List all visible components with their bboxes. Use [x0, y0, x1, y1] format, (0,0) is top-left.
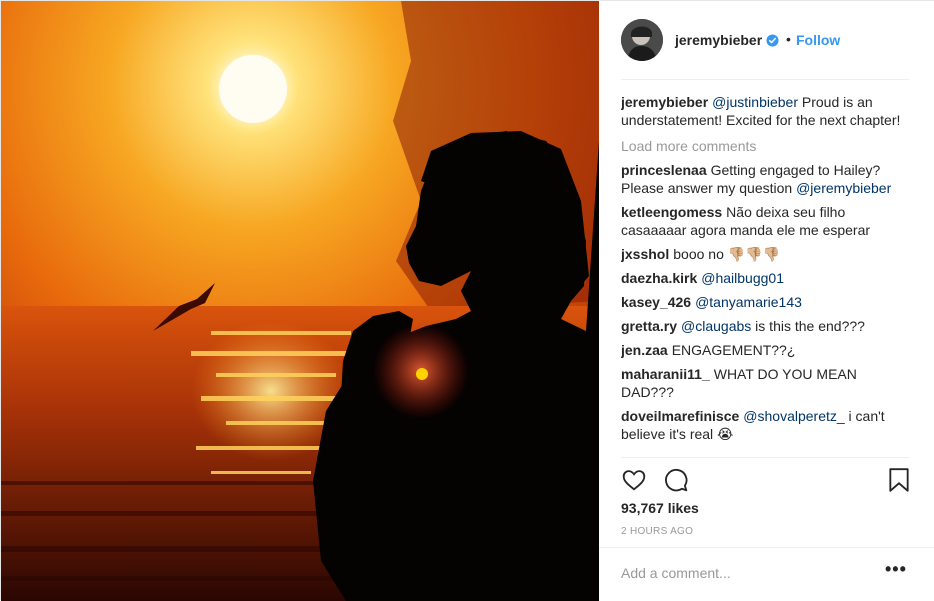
- actions-divider: [621, 457, 909, 458]
- comment-username[interactable]: jen.zaa: [621, 342, 668, 358]
- comment-item: princeslenaa Getting engaged to Hailey? P…: [621, 161, 911, 197]
- post-details-panel: jeremybieber • Follow jeremybieber @justi…: [599, 1, 934, 601]
- post-header: jeremybieber • Follow: [599, 1, 934, 79]
- comment-username[interactable]: ketleengomess: [621, 204, 722, 220]
- heart-outline-icon[interactable]: [621, 467, 647, 493]
- add-comment-input[interactable]: [621, 561, 871, 585]
- comment-item: gretta.ry @claugabs is this the end???: [621, 317, 911, 335]
- verified-badge-icon: [766, 34, 779, 47]
- comment-username[interactable]: jxsshol: [621, 246, 669, 262]
- instagram-post: jeremybieber • Follow jeremybieber @justi…: [0, 0, 934, 601]
- comment-mention[interactable]: @hailbugg01: [701, 270, 784, 286]
- follow-button[interactable]: Follow: [796, 32, 840, 48]
- comment-item: daezha.kirk @hailbugg01: [621, 269, 911, 287]
- header-divider: [621, 79, 909, 80]
- comment-item: doveilmarefinisce @shovalperetz_ i can't …: [621, 407, 911, 443]
- speech-bubble-icon[interactable]: [663, 467, 689, 493]
- comment-item: maharanii11_ WHAT DO YOU MEAN DAD???: [621, 365, 911, 401]
- comment-username[interactable]: maharanii11_: [621, 366, 710, 382]
- comment-text: booo no 👎🏼👎🏼👎🏼: [673, 246, 781, 262]
- avatar[interactable]: [621, 19, 663, 61]
- caption-username[interactable]: jeremybieber: [621, 94, 708, 110]
- comment-item: kasey_426 @tanyamarie143: [621, 293, 911, 311]
- comments-list[interactable]: jeremybieber @justinbieber Proud is an un…: [621, 93, 911, 457]
- post-timestamp[interactable]: 2 HOURS AGO: [621, 526, 693, 537]
- load-more-comments-button[interactable]: Load more comments: [621, 137, 911, 155]
- comment-item: ketleengomess Não deixa seu filho casaaaa…: [621, 203, 911, 239]
- caption-mention[interactable]: @justinbieber: [712, 94, 798, 110]
- ellipsis-icon[interactable]: •••: [885, 559, 907, 580]
- comment-items: princeslenaa Getting engaged to Hailey? P…: [621, 161, 911, 443]
- comment-username[interactable]: kasey_426: [621, 294, 691, 310]
- comment-mention[interactable]: @claugabs: [681, 318, 751, 334]
- comment-username[interactable]: princeslenaa: [621, 162, 707, 178]
- add-comment-divider: [599, 547, 934, 548]
- separator-dot: •: [786, 31, 791, 47]
- comment-mention[interactable]: @tanyamarie143: [695, 294, 802, 310]
- comment-mention[interactable]: @shovalperetz_: [743, 408, 844, 424]
- username-link[interactable]: jeremybieber: [675, 32, 762, 48]
- sunset-silhouette-image: [1, 1, 599, 601]
- comment-item: jxsshol booo no 👎🏼👎🏼👎🏼: [621, 245, 911, 263]
- comment-text: is this the end???: [751, 318, 865, 334]
- comment-text: ENGAGEMENT??¿: [671, 342, 796, 358]
- post-caption: jeremybieber @justinbieber Proud is an un…: [621, 93, 911, 129]
- likes-count[interactable]: 93,767 likes: [621, 500, 699, 516]
- bookmark-icon[interactable]: [887, 467, 911, 493]
- comment-username[interactable]: doveilmarefinisce: [621, 408, 739, 424]
- comment-mention[interactable]: @jeremybieber: [796, 180, 891, 196]
- comment-username[interactable]: gretta.ry: [621, 318, 677, 334]
- comment-username[interactable]: daezha.kirk: [621, 270, 697, 286]
- avatar-image: [621, 19, 663, 61]
- comment-item: jen.zaa ENGAGEMENT??¿: [621, 341, 911, 359]
- post-photo[interactable]: [1, 1, 599, 601]
